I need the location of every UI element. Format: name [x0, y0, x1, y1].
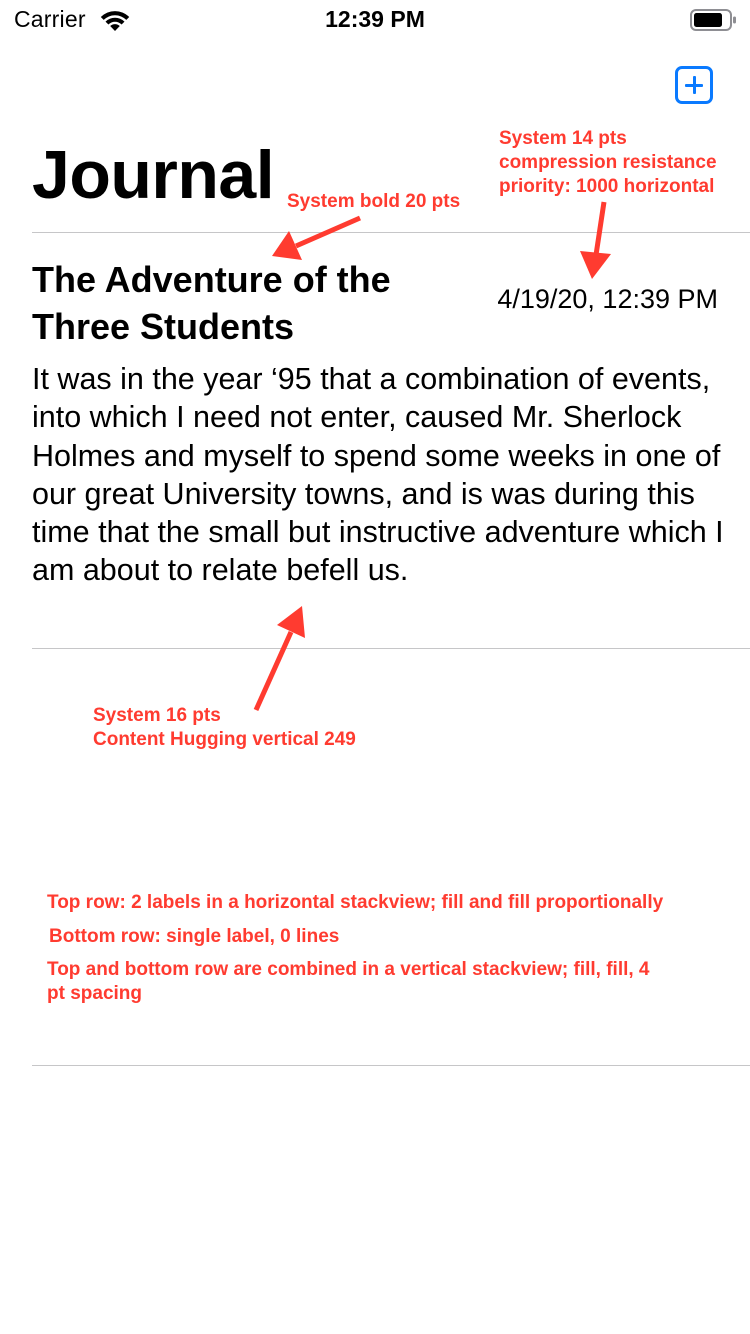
- separator: [32, 232, 750, 233]
- annotation-title-font: System bold 20 pts: [287, 191, 461, 212]
- annotation-date-font: System 14 pts compression resistance pri…: [499, 128, 717, 197]
- entry-title: The Adventure of the Three Students: [32, 259, 391, 347]
- add-entry-button[interactable]: [675, 66, 713, 104]
- page-title: Journal: [32, 137, 275, 213]
- annotation-note-top-row: Top row: 2 labels in a horizontal stackv…: [47, 892, 664, 913]
- screen: Carrier 12:39 PM Journal The Adventure o…: [0, 0, 750, 1334]
- status-time: 12:39 PM: [325, 6, 425, 32]
- annotation-body-font: System 16 pts Content Hugging vertical 2…: [93, 705, 356, 750]
- battery-icon: [690, 9, 736, 31]
- entry-date: 4/19/20, 12:39 PM: [497, 284, 718, 314]
- annotation-note-stackview: Top and bottom row are combined in a ver…: [47, 959, 650, 1004]
- separator: [32, 1065, 750, 1066]
- separator: [32, 648, 750, 649]
- annotation-note-bottom-row: Bottom row: single label, 0 lines: [49, 926, 340, 947]
- status-bar: Carrier 12:39 PM: [0, 0, 750, 40]
- entry-body: It was in the year ‘95 that a combinatio…: [32, 362, 724, 588]
